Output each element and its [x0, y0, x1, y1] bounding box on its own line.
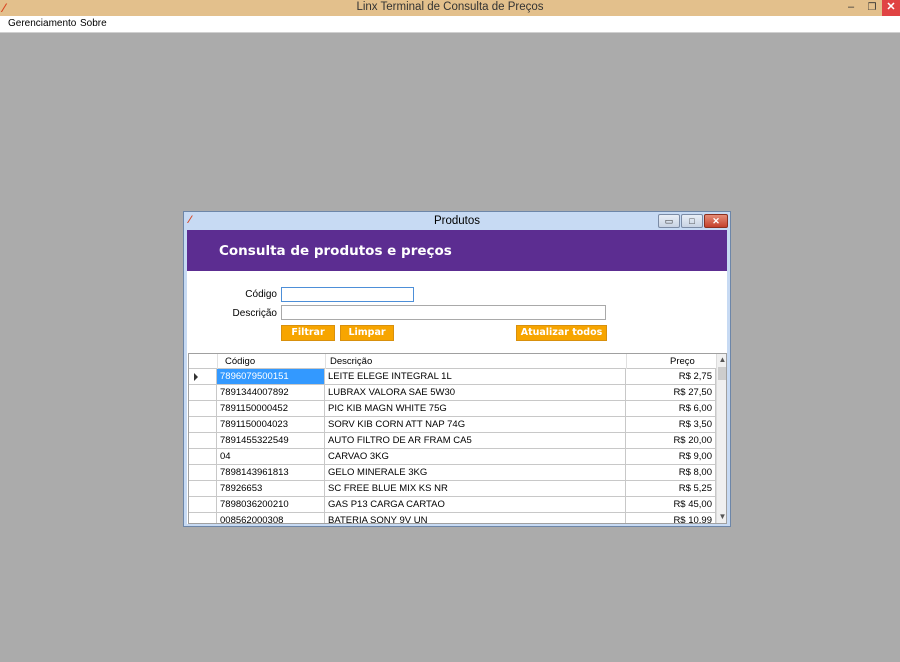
- cell-preco[interactable]: R$ 5,25: [626, 481, 716, 497]
- table-row[interactable]: 7898036200210 GAS P13 CARGA CARTAO R$ 45…: [189, 497, 716, 513]
- cell-codigo[interactable]: 78926653: [217, 481, 325, 497]
- table-row[interactable]: 7891455322549 AUTO FILTRO DE AR FRAM CA5…: [189, 433, 716, 449]
- cell-descricao[interactable]: CARVAO 3KG: [325, 449, 626, 465]
- table-row[interactable]: 7891150000452 PIC KIB MAGN WHITE 75G R$ …: [189, 401, 716, 417]
- header-separator: [217, 354, 218, 369]
- banner-title: Consulta de produtos e preços: [219, 243, 452, 259]
- cell-preco[interactable]: R$ 3,50: [626, 417, 716, 433]
- menu-sobre[interactable]: Sobre: [80, 18, 107, 29]
- cell-descricao[interactable]: PIC KIB MAGN WHITE 75G: [325, 401, 626, 417]
- scroll-thumb[interactable]: [718, 367, 726, 380]
- atualizar-todos-button[interactable]: Atualizar todos: [516, 325, 607, 341]
- dialog-client-area: Consulta de produtos e preços Código Des…: [187, 230, 727, 524]
- dialog-minimize-button[interactable]: ▭: [658, 214, 680, 228]
- header-separator: [626, 354, 627, 369]
- app-title: Linx Terminal de Consulta de Preços: [356, 1, 544, 13]
- row-selector[interactable]: [189, 513, 217, 523]
- cell-codigo[interactable]: 7898036200210: [217, 497, 325, 513]
- cell-descricao[interactable]: SC FREE BLUE MIX KS NR: [325, 481, 626, 497]
- row-selector[interactable]: [189, 401, 217, 417]
- table-row[interactable]: 04 CARVAO 3KG R$ 9,00: [189, 449, 716, 465]
- cell-codigo[interactable]: 7891455322549: [217, 433, 325, 449]
- dialog-maximize-button[interactable]: □: [681, 214, 703, 228]
- cell-codigo[interactable]: 7891150004023: [217, 417, 325, 433]
- cell-preco[interactable]: R$ 20,00: [626, 433, 716, 449]
- row-selector[interactable]: [189, 369, 217, 385]
- cell-preco[interactable]: R$ 27,50: [626, 385, 716, 401]
- main-title-bar: ⁄ Linx Terminal de Consulta de Preços – …: [0, 0, 900, 16]
- dialog-title-bar[interactable]: ⁄ Produtos ▭ □ ✕: [184, 212, 730, 230]
- row-selector[interactable]: [189, 465, 217, 481]
- codigo-label: Código: [245, 289, 277, 300]
- cell-codigo[interactable]: 7896079500151: [217, 369, 325, 385]
- cell-codigo[interactable]: 008562000308: [217, 513, 325, 523]
- limpar-button[interactable]: Limpar: [340, 325, 394, 341]
- cell-descricao[interactable]: GAS P13 CARGA CARTAO: [325, 497, 626, 513]
- minimize-button[interactable]: –: [842, 0, 860, 16]
- table-row[interactable]: 78926653 SC FREE BLUE MIX KS NR R$ 5,25: [189, 481, 716, 497]
- row-selector[interactable]: [189, 481, 217, 497]
- table-row[interactable]: 7891344007892 LUBRAX VALORA SAE 5W30 R$ …: [189, 385, 716, 401]
- table-row[interactable]: 7891150004023 SORV KIB CORN ATT NAP 74G …: [189, 417, 716, 433]
- cell-descricao[interactable]: BATERIA SONY 9V UN: [325, 513, 626, 523]
- produtos-dialog: ⁄ Produtos ▭ □ ✕ Consulta de produtos e …: [183, 211, 731, 527]
- cell-codigo[interactable]: 7898143961813: [217, 465, 325, 481]
- cell-descricao[interactable]: AUTO FILTRO DE AR FRAM CA5: [325, 433, 626, 449]
- cell-preco[interactable]: R$ 6,00: [626, 401, 716, 417]
- table-row[interactable]: 008562000308 BATERIA SONY 9V UN R$ 10,99: [189, 513, 716, 523]
- cell-descricao[interactable]: GELO MINERALE 3KG: [325, 465, 626, 481]
- filtrar-button[interactable]: Filtrar: [281, 325, 335, 341]
- header-separator: [325, 354, 326, 369]
- row-pointer-icon: [194, 373, 198, 381]
- descricao-label: Descrição: [232, 308, 277, 319]
- header-banner: Consulta de produtos e preços: [187, 230, 727, 271]
- table-row[interactable]: 7898143961813 GELO MINERALE 3KG R$ 8,00: [189, 465, 716, 481]
- scroll-up-icon[interactable]: ▲: [717, 354, 726, 366]
- grid-header: Código Descrição Preço: [189, 354, 716, 369]
- dialog-close-button[interactable]: ✕: [704, 214, 728, 228]
- cell-descricao[interactable]: SORV KIB CORN ATT NAP 74G: [325, 417, 626, 433]
- products-grid[interactable]: Código Descrição Preço 7896079500151 LEI…: [188, 353, 727, 524]
- header-codigo[interactable]: Código: [225, 356, 255, 367]
- grid-vertical-scrollbar[interactable]: ▲ ▼: [716, 354, 726, 523]
- table-row[interactable]: 7896079500151 LEITE ELEGE INTEGRAL 1L R$…: [189, 369, 716, 385]
- cell-codigo[interactable]: 7891150000452: [217, 401, 325, 417]
- codigo-input[interactable]: [281, 287, 414, 302]
- cell-descricao[interactable]: LUBRAX VALORA SAE 5W30: [325, 385, 626, 401]
- descricao-input[interactable]: [281, 305, 606, 320]
- dialog-title: Produtos: [433, 215, 481, 227]
- row-selector[interactable]: [189, 433, 217, 449]
- row-selector[interactable]: [189, 385, 217, 401]
- menu-gerenciamento[interactable]: Gerenciamento: [8, 18, 76, 29]
- cell-preco[interactable]: R$ 10,99: [626, 513, 716, 523]
- scroll-down-icon[interactable]: ▼: [717, 511, 726, 523]
- cell-preco[interactable]: R$ 45,00: [626, 497, 716, 513]
- header-descricao[interactable]: Descrição: [330, 356, 372, 367]
- cell-codigo[interactable]: 04: [217, 449, 325, 465]
- close-button[interactable]: ✕: [882, 0, 900, 16]
- row-selector[interactable]: [189, 449, 217, 465]
- header-preco[interactable]: Preço: [670, 356, 695, 367]
- cell-preco[interactable]: R$ 9,00: [626, 449, 716, 465]
- cell-codigo[interactable]: 7891344007892: [217, 385, 325, 401]
- cell-preco[interactable]: R$ 2,75: [626, 369, 716, 385]
- menu-bar: Gerenciamento Sobre: [0, 16, 900, 33]
- cell-preco[interactable]: R$ 8,00: [626, 465, 716, 481]
- row-selector[interactable]: [189, 417, 217, 433]
- row-selector[interactable]: [189, 497, 217, 513]
- cell-descricao[interactable]: LEITE ELEGE INTEGRAL 1L: [325, 369, 626, 385]
- maximize-button[interactable]: ❐: [863, 0, 881, 16]
